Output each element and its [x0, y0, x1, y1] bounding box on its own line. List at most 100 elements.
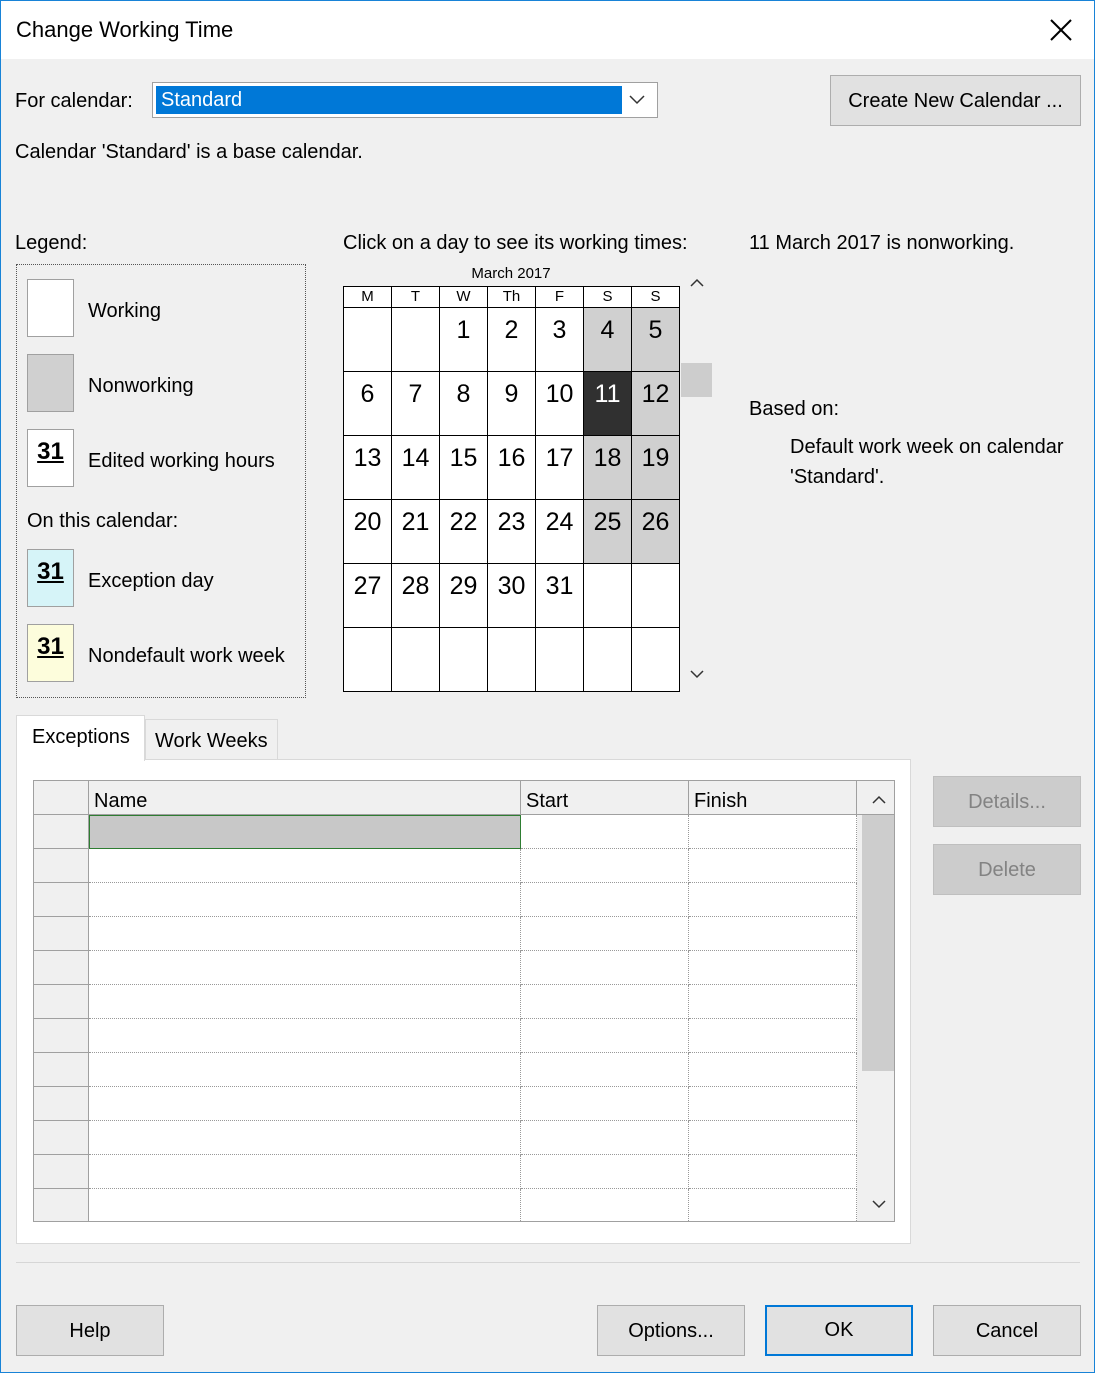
table-cell[interactable]	[89, 1019, 521, 1053]
table-cell[interactable]	[689, 985, 857, 1019]
calendar-day[interactable]: 29	[440, 564, 488, 628]
calendar-day[interactable]: 22	[440, 500, 488, 564]
row-header-cell[interactable]	[34, 1087, 89, 1121]
calendar-day[interactable]: 10	[536, 372, 584, 436]
calendar-day[interactable]: 7	[392, 372, 440, 436]
table-scroll-thumb[interactable]	[862, 815, 894, 1071]
calendar-day[interactable]: 4	[584, 308, 632, 372]
row-header-cell[interactable]	[34, 1121, 89, 1155]
calendar-day[interactable]: 20	[344, 500, 392, 564]
table-cell[interactable]	[89, 883, 521, 917]
table-cell[interactable]	[89, 951, 521, 985]
help-button[interactable]: Help	[16, 1305, 164, 1356]
table-cell[interactable]	[689, 1053, 857, 1087]
calendar-day[interactable]: 26	[632, 500, 680, 564]
calendar-day[interactable]: 3	[536, 308, 584, 372]
chevron-down-icon[interactable]	[627, 90, 647, 110]
calendar-day[interactable]: 11	[584, 372, 632, 436]
row-header-cell[interactable]	[34, 985, 89, 1019]
calendar-day[interactable]: 30	[488, 564, 536, 628]
calendar-day[interactable]: 24	[536, 500, 584, 564]
table-cell[interactable]	[89, 1087, 521, 1121]
table-scroll-up-icon[interactable]	[869, 791, 889, 807]
column-header-name[interactable]: Name	[89, 781, 521, 815]
close-button[interactable]	[1043, 11, 1079, 47]
column-header-start[interactable]: Start	[521, 781, 689, 815]
table-cell[interactable]	[521, 1087, 689, 1121]
table-cell[interactable]	[89, 917, 521, 951]
calendar-day[interactable]: 8	[440, 372, 488, 436]
calendar-day[interactable]: 21	[392, 500, 440, 564]
tab-exceptions[interactable]: Exceptions	[16, 715, 145, 761]
table-cell[interactable]	[689, 849, 857, 883]
row-header-cell[interactable]	[34, 1019, 89, 1053]
table-cell[interactable]	[689, 1087, 857, 1121]
calendar-day[interactable]: 14	[392, 436, 440, 500]
table-cell[interactable]	[689, 1121, 857, 1155]
row-header-cell[interactable]	[34, 883, 89, 917]
calendar-day[interactable]: 25	[584, 500, 632, 564]
row-header-cell[interactable]	[34, 815, 89, 849]
table-cell[interactable]	[521, 1019, 689, 1053]
calendar-day[interactable]: 19	[632, 436, 680, 500]
table-cell[interactable]	[689, 951, 857, 985]
calendar-day[interactable]: 2	[488, 308, 536, 372]
calendar-day[interactable]: 9	[488, 372, 536, 436]
table-cell[interactable]	[89, 815, 521, 849]
table-cell[interactable]	[89, 1189, 521, 1221]
table-cell[interactable]	[689, 917, 857, 951]
scroll-down-icon[interactable]	[687, 667, 707, 683]
row-header-cell[interactable]	[34, 849, 89, 883]
row-header-cell[interactable]	[34, 1053, 89, 1087]
table-cell[interactable]	[89, 985, 521, 1019]
table-cell[interactable]	[521, 849, 689, 883]
table-cell[interactable]	[689, 883, 857, 917]
calendar-scroll-thumb[interactable]	[681, 363, 712, 397]
table-cell[interactable]	[689, 1019, 857, 1053]
calendar-day[interactable]: 5	[632, 308, 680, 372]
calendar-day[interactable]: 23	[488, 500, 536, 564]
column-header-finish[interactable]: Finish	[689, 781, 857, 815]
calendar-day[interactable]: 18	[584, 436, 632, 500]
calendar-day[interactable]: 13	[344, 436, 392, 500]
table-cell[interactable]	[689, 815, 857, 849]
ok-button[interactable]: OK	[765, 1305, 913, 1356]
row-header-cell[interactable]	[34, 1189, 89, 1221]
calendar-day[interactable]: 31	[536, 564, 584, 628]
calendar-day[interactable]: 6	[344, 372, 392, 436]
options-button[interactable]: Options...	[597, 1305, 745, 1356]
table-cell[interactable]	[521, 1121, 689, 1155]
table-cell[interactable]	[521, 815, 689, 849]
scroll-up-icon[interactable]	[687, 274, 707, 290]
table-cell[interactable]	[521, 1155, 689, 1189]
calendar-day[interactable]: 16	[488, 436, 536, 500]
table-cell[interactable]	[89, 1121, 521, 1155]
table-cell[interactable]	[521, 917, 689, 951]
calendar-day[interactable]: 15	[440, 436, 488, 500]
table-cell[interactable]	[521, 883, 689, 917]
calendar-day[interactable]: 27	[344, 564, 392, 628]
cancel-button[interactable]: Cancel	[933, 1305, 1081, 1356]
tab-work-weeks[interactable]: Work Weeks	[145, 719, 278, 759]
delete-button[interactable]: Delete	[933, 844, 1081, 895]
calendar-day[interactable]: 17	[536, 436, 584, 500]
table-cell[interactable]	[521, 1053, 689, 1087]
table-scroll-down-icon[interactable]	[869, 1197, 889, 1213]
row-header-cell[interactable]	[34, 951, 89, 985]
create-new-calendar-button[interactable]: Create New Calendar ...	[830, 75, 1081, 126]
table-cell[interactable]	[521, 951, 689, 985]
table-cell[interactable]	[689, 1189, 857, 1221]
calendar-select[interactable]: Standard	[152, 82, 658, 118]
table-cell[interactable]	[89, 1053, 521, 1087]
calendar-day[interactable]: 12	[632, 372, 680, 436]
table-cell[interactable]	[521, 1189, 689, 1221]
calendar-day[interactable]: 1	[440, 308, 488, 372]
table-cell[interactable]	[689, 1155, 857, 1189]
row-header-cell[interactable]	[34, 917, 89, 951]
table-cell[interactable]	[521, 985, 689, 1019]
row-header-cell[interactable]	[34, 1155, 89, 1189]
details-button[interactable]: Details...	[933, 776, 1081, 827]
table-cell[interactable]	[89, 849, 521, 883]
calendar-day[interactable]: 28	[392, 564, 440, 628]
table-cell[interactable]	[89, 1155, 521, 1189]
